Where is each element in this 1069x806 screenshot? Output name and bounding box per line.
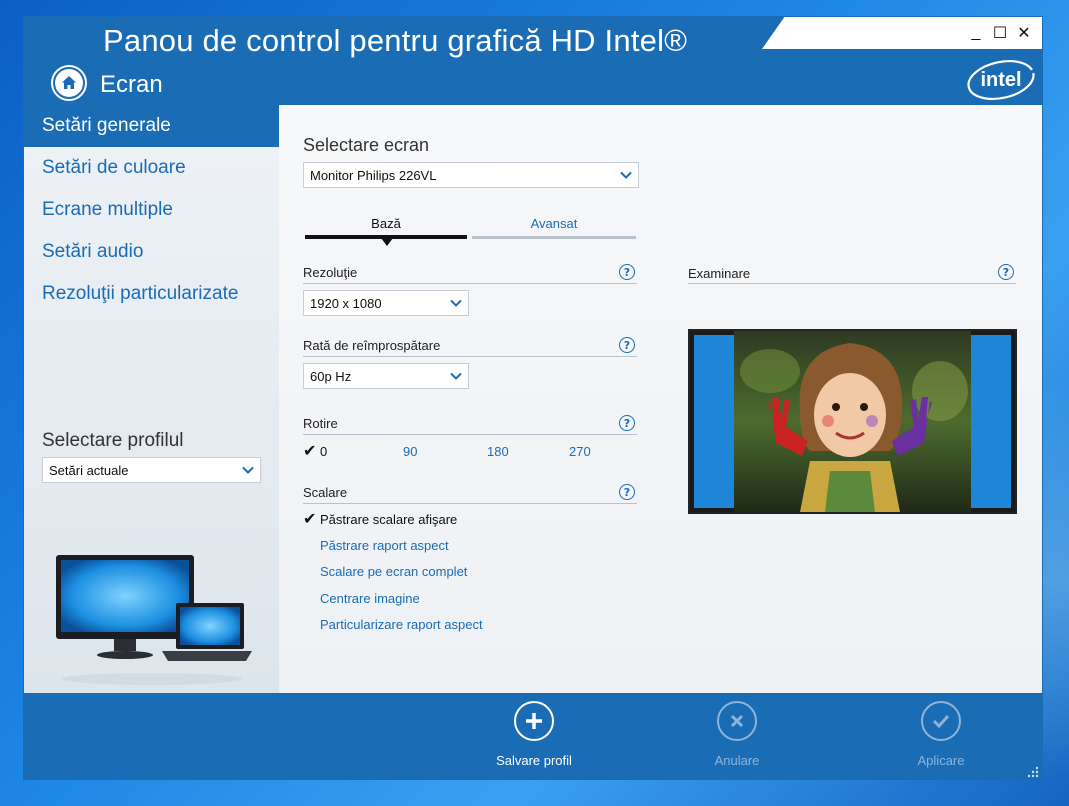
preview-photo (690, 331, 1015, 512)
rotation-option-180[interactable]: 180 (487, 444, 509, 459)
rotation-option-0[interactable]: 0 (320, 444, 327, 459)
display-select-value: Monitor Philips 226VL (310, 167, 437, 183)
divider (303, 356, 637, 357)
profile-select[interactable]: Setări actuale (42, 457, 261, 483)
resize-grip-icon[interactable] (1027, 766, 1039, 778)
apply-label: Aplicare (917, 753, 965, 768)
help-icon[interactable]: ? (619, 337, 635, 353)
rotation-option-90[interactable]: 90 (403, 444, 417, 459)
resolution-label: Rezoluţie (303, 265, 358, 280)
intel-logo: intel (967, 60, 1035, 100)
apply-button[interactable]: Aplicare (881, 701, 1001, 771)
scaling-label: Scalare (303, 485, 348, 500)
tab-basic[interactable]: Bază (305, 216, 467, 231)
chevron-down-icon (450, 372, 462, 380)
save-profile-button[interactable]: Salvare profil (474, 701, 594, 771)
sidebar-item-multiple-displays[interactable]: Ecrane multiple (24, 189, 279, 231)
refresh-rate-select[interactable]: 60p Hz (303, 363, 469, 389)
resolution-select-value: 1920 x 1080 (310, 295, 382, 311)
chevron-down-icon (450, 299, 462, 307)
chevron-down-icon (620, 171, 632, 179)
sidebar-item-label: Rezoluţii particularizate (42, 283, 239, 304)
refresh-rate-label: Rată de reîmprospătare (303, 338, 441, 353)
intel-graphics-control-panel-window: Panou de control pentru grafică HD Intel… (23, 16, 1043, 780)
main-panel: Selectare ecran Monitor Philips 226VL Ba… (279, 105, 1042, 693)
minimize-icon: _ (971, 24, 981, 41)
sidebar-item-audio-settings[interactable]: Setări audio (24, 231, 279, 273)
resolution-select[interactable]: 1920 x 1080 (303, 290, 469, 316)
rotation-option-270[interactable]: 270 (569, 444, 591, 459)
maximize-button[interactable]: ☐ (988, 21, 1012, 45)
sidebar: Setări generale Setări de culoare Ecrane… (24, 105, 279, 693)
app-title: Panou de control pentru grafică HD Intel… (103, 23, 688, 58)
close-circle-icon (717, 701, 757, 741)
cancel-button[interactable]: Anulare (677, 701, 797, 771)
tab-advanced[interactable]: Avansat (472, 216, 636, 231)
divider (303, 283, 637, 284)
display-select[interactable]: Monitor Philips 226VL (303, 162, 639, 188)
preview-label: Examinare (688, 266, 751, 281)
divider (303, 434, 637, 435)
display-select-label: Selectare ecran (303, 135, 430, 155)
intel-logo-text: intel (980, 69, 1021, 91)
minimize-button[interactable]: _ (964, 21, 988, 45)
checkmark-icon: ✔ (303, 441, 317, 460)
divider (688, 283, 1016, 284)
plus-icon (514, 701, 554, 741)
profile-label: Selectare profilul (42, 430, 184, 451)
sidebar-item-color-settings[interactable]: Setări de culoare (24, 147, 279, 189)
sidebar-item-label: Setări generale (42, 115, 171, 136)
close-icon: ✕ (1017, 25, 1031, 42)
help-icon[interactable]: ? (998, 264, 1014, 280)
help-icon[interactable]: ? (619, 415, 635, 431)
sidebar-item-label: Ecrane multiple (42, 199, 173, 220)
monitor-laptop-illustration (56, 555, 252, 685)
sidebar-item-label: Setări de culoare (42, 157, 186, 178)
tab-pointer-icon (381, 238, 393, 246)
footer-bar: Salvare profil Anulare Aplicare (24, 693, 1042, 779)
tab-label: Bază (371, 216, 401, 231)
window-controls: _ ☐ ✕ (964, 21, 1036, 45)
preview-image (688, 329, 1017, 514)
profile-select-value: Setări actuale (49, 462, 129, 478)
sidebar-item-custom-resolutions[interactable]: Rezoluţii particularizate (24, 273, 279, 315)
refresh-rate-select-value: 60p Hz (310, 368, 352, 384)
scaling-option-maintain-display-scaling[interactable]: Păstrare scalare afişare (320, 512, 457, 527)
help-icon[interactable]: ? (619, 264, 635, 280)
section-title: Ecran (100, 71, 163, 98)
sidebar-item-general-settings[interactable]: Setări generale (24, 105, 279, 147)
cancel-label: Anulare (714, 753, 760, 768)
scaling-option-maintain-aspect-ratio[interactable]: Păstrare raport aspect (320, 538, 449, 553)
home-icon[interactable] (51, 65, 87, 101)
chevron-down-icon (242, 466, 254, 474)
close-button[interactable]: ✕ (1012, 21, 1036, 45)
checkmark-circle-icon (921, 701, 961, 741)
maximize-icon: ☐ (992, 25, 1008, 42)
scaling-option-full-screen[interactable]: Scalare pe ecran complet (320, 564, 467, 579)
help-icon[interactable]: ? (619, 484, 635, 500)
header: Panou de control pentru grafică HD Intel… (24, 17, 1042, 105)
tab-advanced-indicator (472, 236, 636, 239)
scaling-option-custom-aspect-ratio[interactable]: Particularizare raport aspect (320, 617, 483, 632)
divider (303, 503, 637, 504)
sidebar-item-label: Setări audio (42, 241, 144, 262)
tab-label: Avansat (530, 216, 578, 231)
rotation-label: Rotire (303, 416, 338, 431)
scaling-option-center-image[interactable]: Centrare imagine (320, 591, 420, 606)
checkmark-icon: ✔ (303, 509, 317, 528)
save-profile-label: Salvare profil (496, 753, 572, 768)
